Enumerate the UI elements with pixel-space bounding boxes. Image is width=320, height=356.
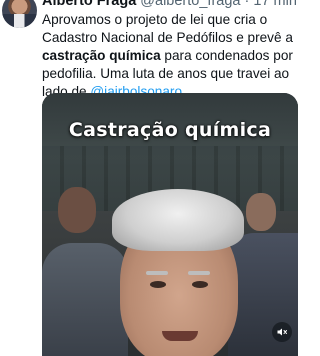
- speaker-muted-icon: [277, 328, 287, 336]
- video-speaker-eye: [192, 281, 208, 288]
- avatar-shirt: [2, 14, 37, 28]
- video-player[interactable]: Castração química: [42, 93, 298, 356]
- video-speaker-hair: [112, 189, 244, 251]
- video-person-left-head: [58, 187, 96, 233]
- video-caption: Castração química: [68, 119, 272, 141]
- avatar[interactable]: [2, 0, 37, 28]
- video-speaker-brow: [146, 271, 168, 275]
- author-handle[interactable]: @alberto_fraga: [140, 0, 240, 9]
- tweet-text: Aprovamos o projeto de lei que cria o Ca…: [42, 11, 296, 101]
- author-name[interactable]: Alberto Fraga: [42, 0, 136, 9]
- tweet-timestamp[interactable]: 17 min: [253, 0, 297, 9]
- tweet-header: Alberto Fraga @alberto_fraga · 17 min: [42, 0, 297, 8]
- meta-separator: ·: [244, 0, 250, 9]
- video-speaker-eye: [150, 281, 166, 288]
- video-person-left: [42, 243, 128, 356]
- tweet: Alberto Fraga @alberto_fraga · 17 min Ap…: [0, 0, 300, 356]
- tweet-text-bold: castração química: [42, 48, 161, 63]
- tweet-text-part: Aprovamos o projeto de lei que cria o Ca…: [42, 12, 293, 45]
- video-speaker-mouth: [162, 331, 198, 341]
- mute-button[interactable]: [272, 322, 292, 342]
- video-person-right-head: [246, 193, 276, 231]
- video-speaker-brow: [188, 271, 210, 275]
